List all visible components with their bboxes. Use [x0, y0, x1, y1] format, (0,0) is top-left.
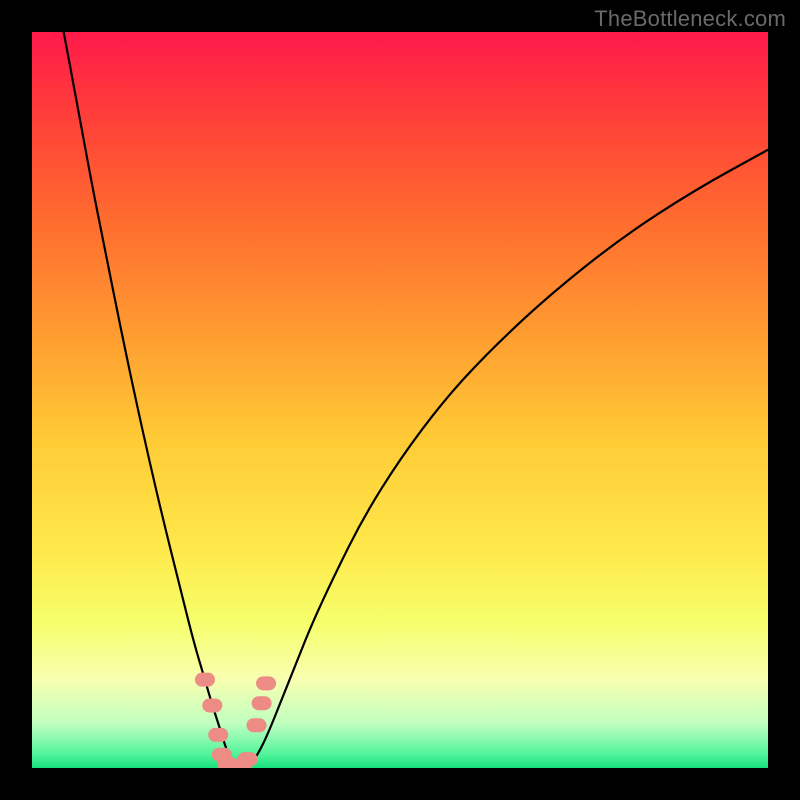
curve-marker — [252, 696, 272, 710]
curve-marker — [202, 698, 222, 712]
watermark-label: TheBottleneck.com — [594, 6, 786, 32]
bottleneck-chart — [32, 32, 768, 768]
curve-marker — [256, 676, 276, 690]
curve-marker — [195, 673, 215, 687]
curve-marker — [238, 752, 258, 766]
plot-area — [32, 32, 768, 768]
chart-frame: TheBottleneck.com — [0, 0, 800, 800]
gradient-background — [32, 32, 768, 768]
curve-marker — [246, 718, 266, 732]
curve-marker — [208, 728, 228, 742]
